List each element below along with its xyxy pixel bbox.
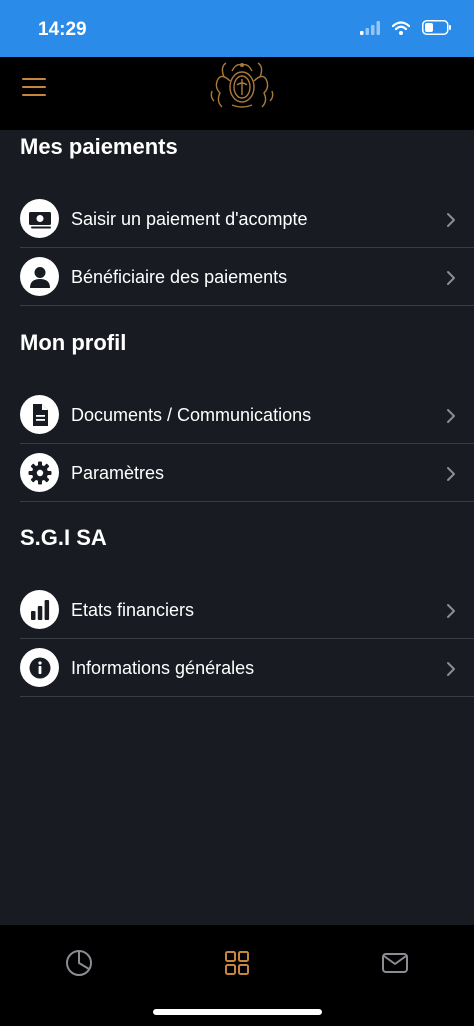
menu-item-parametres[interactable]: Paramètres bbox=[20, 444, 474, 502]
nav-mail-icon[interactable] bbox=[375, 943, 415, 983]
wifi-icon bbox=[392, 20, 410, 35]
menu-item-label: Documents / Communications bbox=[71, 405, 312, 425]
chevron-right-icon bbox=[447, 271, 455, 285]
menu-item-label: Bénéficiaire des paiements bbox=[71, 267, 288, 287]
app-header bbox=[0, 57, 474, 130]
chevron-right-icon bbox=[447, 604, 455, 618]
nav-grid-icon[interactable] bbox=[217, 943, 257, 983]
home-indicator[interactable] bbox=[153, 1009, 322, 1015]
section-title-mes-paiements: Mes paiements bbox=[20, 134, 178, 159]
menu-item-label: Paramètres bbox=[71, 463, 165, 483]
banknote-icon bbox=[20, 199, 59, 238]
chevron-right-icon bbox=[447, 409, 455, 423]
chevron-right-icon bbox=[447, 213, 455, 227]
document-icon bbox=[20, 395, 59, 434]
hamburger-menu-icon[interactable] bbox=[20, 74, 50, 100]
status-bar: 14:29 bbox=[0, 0, 474, 57]
status-icons bbox=[360, 20, 452, 35]
bar-chart-icon bbox=[20, 590, 59, 629]
menu-item-beneficiaire[interactable]: Bénéficiaire des paiements bbox=[20, 248, 474, 306]
crest-logo-icon bbox=[210, 62, 274, 108]
app-screen: 14:29 Mes paiements Saisir un paiement d… bbox=[0, 0, 474, 1026]
cellular-signal-icon bbox=[360, 20, 380, 35]
battery-icon bbox=[422, 20, 451, 35]
chevron-right-icon bbox=[447, 662, 455, 676]
menu-item-label: Saisir un paiement d'acompte bbox=[71, 209, 308, 229]
section-title-sgi-sa: S.G.I SA bbox=[20, 525, 107, 550]
status-time: 14:29 bbox=[38, 19, 87, 40]
chevron-right-icon bbox=[447, 467, 455, 481]
nav-pie-chart-icon[interactable] bbox=[59, 943, 99, 983]
section-title-mon-profil: Mon profil bbox=[20, 330, 127, 355]
menu-item-label: Etats financiers bbox=[71, 600, 195, 620]
info-icon bbox=[20, 648, 59, 687]
menu-item-saisir-paiement[interactable]: Saisir un paiement d'acompte bbox=[20, 190, 474, 248]
user-icon bbox=[20, 257, 59, 296]
menu-item-documents[interactable]: Documents / Communications bbox=[20, 386, 474, 444]
menu-item-label: Informations générales bbox=[71, 658, 255, 678]
menu-item-etats-financiers[interactable]: Etats financiers bbox=[20, 581, 474, 639]
gear-icon bbox=[20, 453, 59, 492]
menu-item-informations-generales[interactable]: Informations générales bbox=[20, 639, 474, 697]
